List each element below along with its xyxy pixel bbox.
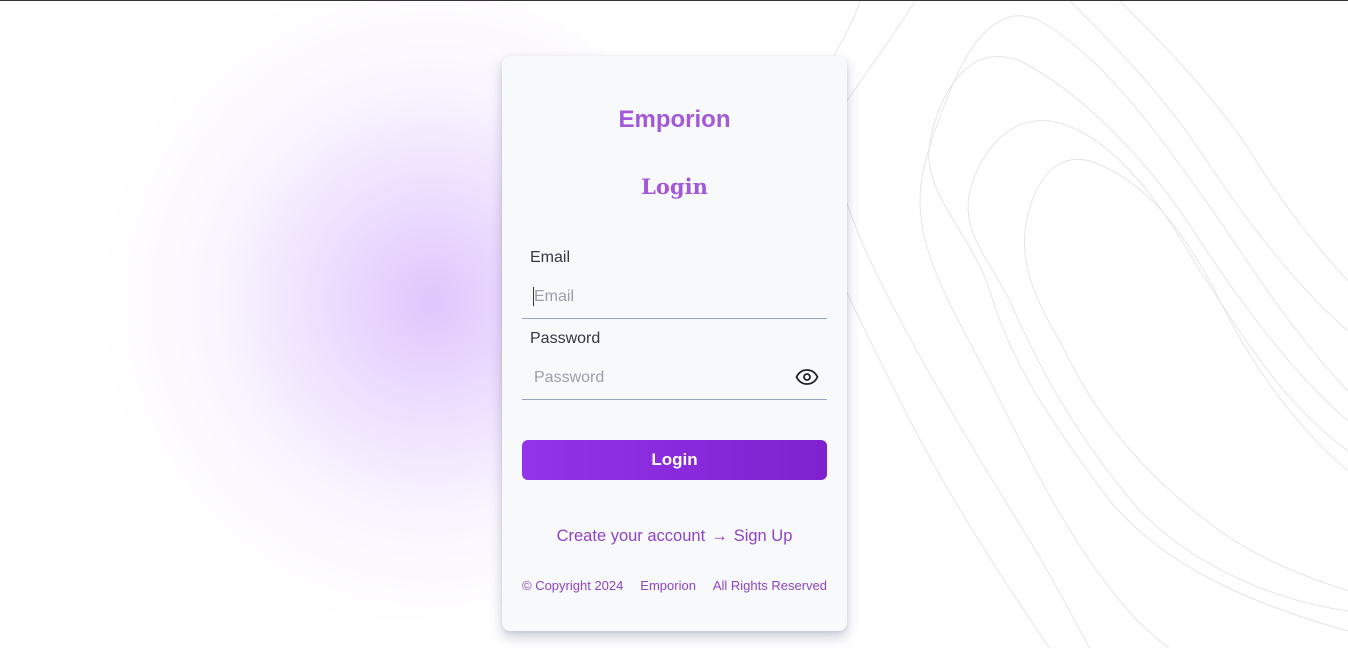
footer-rights: All Rights Reserved xyxy=(712,578,827,593)
email-label: Email xyxy=(530,249,571,266)
email-field-wrapper xyxy=(522,275,827,319)
arrow-right-icon: → xyxy=(711,527,728,545)
signup-link[interactable]: Sign Up xyxy=(734,527,793,545)
footer: © Copyright 2024 Emporion All Rights Res… xyxy=(522,578,827,593)
brand-title: Emporion xyxy=(618,106,731,133)
signup-prompt-text: Create your account xyxy=(556,527,706,545)
signup-prompt-row: Create your account → Sign Up xyxy=(502,527,847,546)
password-input[interactable] xyxy=(532,362,776,394)
login-page: Emporion Login Email Password Login Crea… xyxy=(0,0,1348,648)
login-button[interactable]: Login xyxy=(522,440,827,480)
topographic-contour-decoration xyxy=(820,1,1348,648)
login-card: Emporion Login Email Password Login Crea… xyxy=(502,56,847,631)
password-label: Password xyxy=(530,330,601,347)
form-heading: Login xyxy=(641,174,708,199)
footer-copyright: © Copyright 2024 xyxy=(522,578,624,593)
footer-company: Emporion xyxy=(640,578,696,593)
password-field-wrapper xyxy=(522,356,827,400)
eye-icon[interactable] xyxy=(795,366,819,388)
text-cursor xyxy=(533,287,534,306)
email-input[interactable] xyxy=(532,281,776,313)
